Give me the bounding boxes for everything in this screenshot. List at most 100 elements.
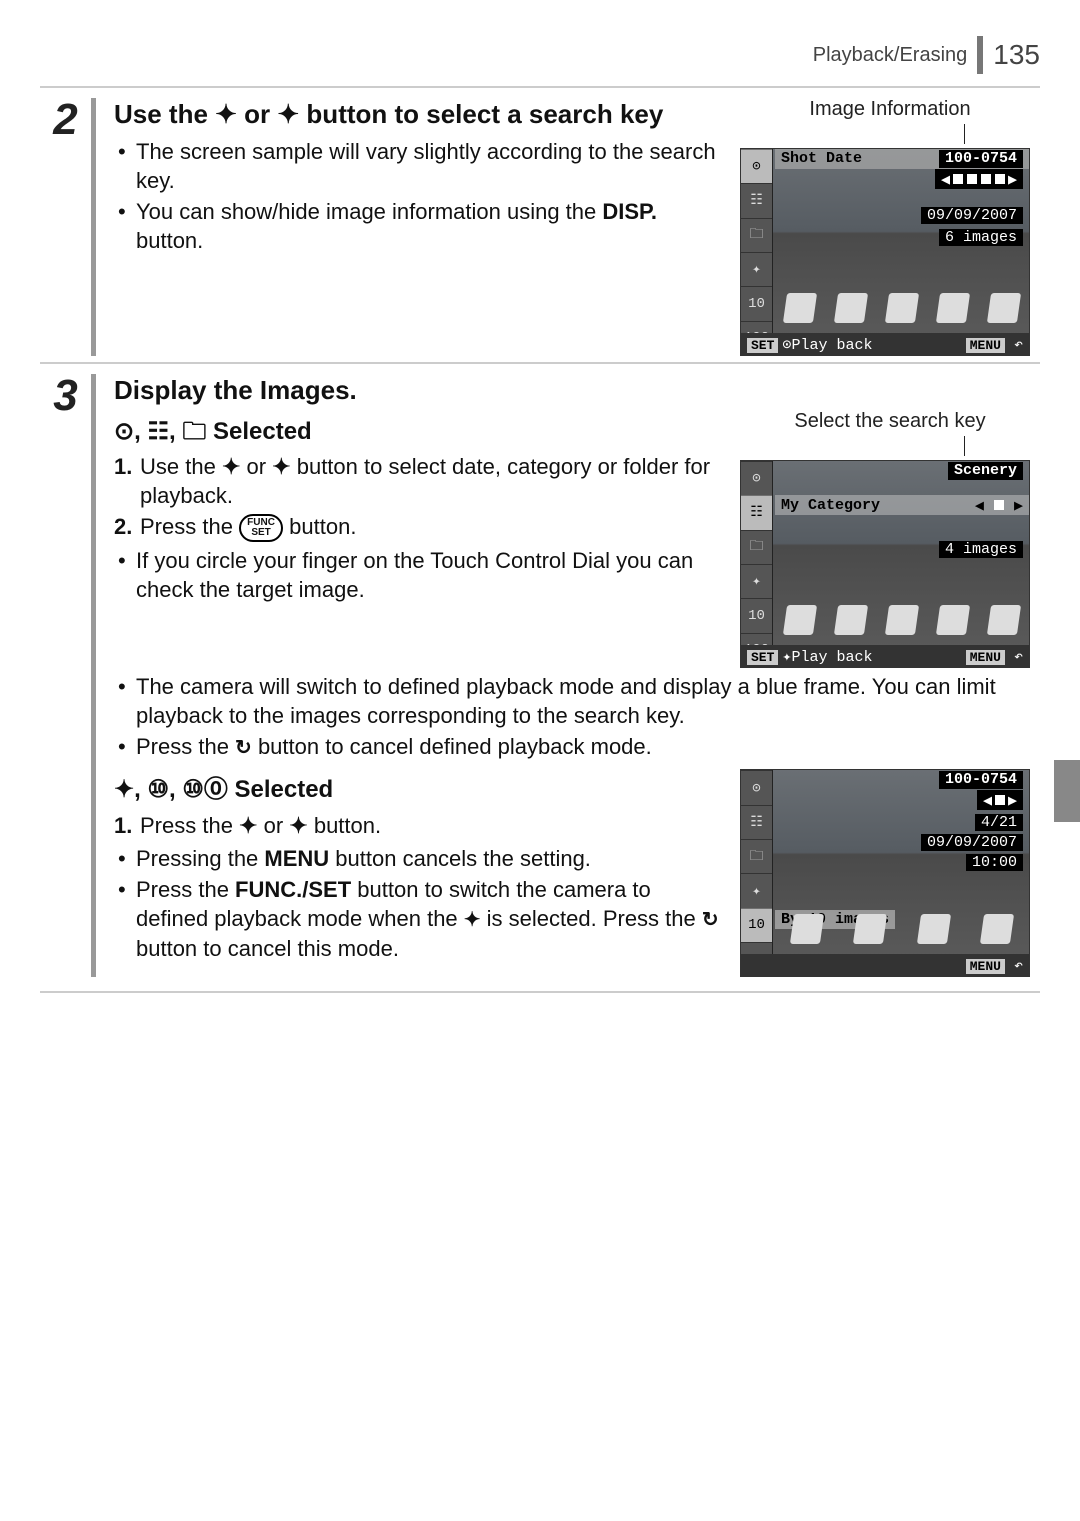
lcd-bottom-right: MENU ↶ bbox=[962, 647, 1023, 666]
step3b-bullet: Press the FUNC./SET button to switch the… bbox=[114, 875, 720, 962]
lcd-screenshot-2: ⊙ ☷ 🗀 ✦ 10 100 Scenery My Category ◀ ▶ bbox=[740, 460, 1030, 668]
step3a-bullet: If you circle your finger on the Touch C… bbox=[114, 546, 720, 604]
jump-movie-icon: ✦ bbox=[741, 564, 772, 598]
t: Press the bbox=[140, 514, 239, 539]
step-2: 2 Use the ✦ or ✦ button to select a sear… bbox=[40, 86, 1040, 356]
menu-label: MENU bbox=[264, 846, 329, 871]
down-arrow-icon: ✦ bbox=[277, 98, 299, 131]
t: Pressing the bbox=[136, 846, 264, 871]
t: Use the bbox=[114, 99, 215, 129]
left-arrow-icon: ✦ bbox=[222, 452, 240, 481]
step-number: 3 bbox=[40, 374, 96, 977]
jump-category-icon: ☷ bbox=[741, 805, 772, 839]
step3-title: Display the Images. bbox=[114, 374, 720, 407]
step-3: 3 Display the Images. ⊙, ☷, 🗀 Selected 1… bbox=[40, 362, 1040, 977]
t: My Category bbox=[781, 497, 880, 514]
menu-badge: MENU bbox=[966, 959, 1005, 974]
jump-cancel-icon: ↻ bbox=[235, 737, 252, 759]
jump-category-icon: ☷ bbox=[741, 183, 772, 217]
jump-folder-icon: 🗀 bbox=[741, 218, 772, 252]
header-divider bbox=[977, 36, 983, 74]
jump-folder-icon: 🗀 bbox=[741, 530, 772, 564]
step3b-bullet: Pressing the MENU button cancels the set… bbox=[114, 844, 720, 873]
jump-folder-icon: 🗀 bbox=[741, 839, 772, 873]
lcd-bottom-left: SET✦Play back bbox=[747, 647, 872, 666]
lcd-file-number: 100-0754 bbox=[939, 771, 1023, 789]
lcd-nav-arrows: ◀ ▶ bbox=[977, 790, 1023, 810]
lcd-fraction: 4/21 bbox=[975, 814, 1023, 831]
jump-movie-icon: ✦ bbox=[741, 873, 772, 907]
set-badge: SET bbox=[747, 338, 778, 353]
step2-bullet: You can show/hide image information usin… bbox=[114, 197, 720, 255]
t: Press the bbox=[136, 734, 235, 759]
step3a-bullet: Press the ↻ button to cancel defined pla… bbox=[114, 732, 1040, 761]
step3a-bullet: The camera will switch to defined playba… bbox=[114, 672, 1040, 730]
select-key-label: Select the search key bbox=[740, 410, 1040, 433]
callout-line bbox=[815, 436, 965, 456]
jump-date-icon: ⊙ bbox=[741, 149, 772, 183]
func-set-label: FUNC./SET bbox=[235, 877, 351, 902]
t: button cancels the setting. bbox=[329, 846, 591, 871]
lcd-bottom-right: MENU ↶ bbox=[962, 956, 1023, 975]
jump-date-icon: ⊙ bbox=[741, 770, 772, 804]
t: button. bbox=[136, 228, 203, 253]
jump-10-icon: ⑩ bbox=[147, 776, 169, 803]
jump-category-icon: ☷ bbox=[147, 418, 169, 445]
t: Press the bbox=[136, 877, 235, 902]
t: button to cancel this mode. bbox=[136, 936, 399, 961]
left-arrow-icon: ✦ bbox=[239, 811, 257, 840]
thumb-tab bbox=[1054, 760, 1080, 822]
nav-arrows: ◀ ▶ bbox=[975, 496, 1023, 515]
jump-10-icon: 10 bbox=[741, 286, 772, 320]
step3-sub-b: ✦, ⑩, ⑩⓪ Selected bbox=[114, 773, 720, 807]
step2-bullet: The screen sample will vary slightly acc… bbox=[114, 137, 720, 195]
lcd-scenery: Scenery bbox=[948, 462, 1023, 480]
jump-date-icon: ⊙ bbox=[741, 461, 772, 495]
t: or bbox=[240, 454, 272, 479]
lcd-nav-arrows: ◀▶ bbox=[935, 169, 1023, 189]
lcd-screenshot-3: ⊙ ☷ 🗀 ✦ 10 100 100-0754 ◀ ▶ 4/21 09/09/2… bbox=[740, 769, 1030, 977]
step3a-item: 2. Press the FUNCSET button. bbox=[114, 512, 720, 542]
t: button. bbox=[308, 813, 381, 838]
callout-line bbox=[815, 124, 965, 144]
set-badge: SET bbox=[747, 650, 778, 665]
lcd-date: 09/09/2007 bbox=[921, 207, 1023, 224]
jump-movie-icon: ✦ bbox=[114, 776, 134, 803]
t: or bbox=[257, 813, 289, 838]
jump-date-icon: ⊙ bbox=[114, 418, 134, 445]
jump-10-icon: 10 bbox=[741, 598, 772, 632]
right-arrow-icon: ✦ bbox=[272, 452, 290, 481]
menu-badge: MENU bbox=[966, 650, 1005, 665]
jump-cancel-icon: ↻ bbox=[702, 909, 719, 931]
page-header: Playback/Erasing 135 bbox=[40, 30, 1040, 80]
up-arrow-icon: ✦ bbox=[215, 98, 237, 131]
step-number: 2 bbox=[40, 98, 96, 356]
lcd-bottom-left: SET⊙Play back bbox=[747, 335, 872, 354]
t: button to cancel defined playback mode. bbox=[258, 734, 652, 759]
image-info-label: Image Information bbox=[740, 98, 1040, 121]
jump-10-icon: 10 bbox=[741, 908, 772, 942]
step2-title: Use the ✦ or ✦ button to select a search… bbox=[114, 98, 720, 131]
t: Play back bbox=[791, 649, 872, 666]
jump-movie-icon: ✦ bbox=[741, 252, 772, 286]
t: or bbox=[237, 99, 277, 129]
menu-badge: MENU bbox=[966, 338, 1005, 353]
lcd-shot-date: Shot Date bbox=[781, 150, 862, 168]
lcd-file-number: 100-0754 bbox=[939, 150, 1023, 168]
lcd-bottom-right: MENU ↶ bbox=[962, 335, 1023, 354]
t: button. bbox=[289, 514, 356, 539]
step3-sub-a: ⊙, ☷, 🗀 Selected bbox=[114, 415, 720, 449]
disp-label: DISP. bbox=[602, 199, 657, 224]
jump-category-icon: ☷ bbox=[741, 495, 772, 529]
jump-100-icon: ⑩⓪ bbox=[182, 776, 228, 803]
t: Press the bbox=[140, 813, 239, 838]
t: is selected. Press the bbox=[481, 906, 702, 931]
section-name: Playback/Erasing bbox=[813, 44, 968, 67]
t: You can show/hide image information usin… bbox=[136, 199, 602, 224]
step3a-item: 1. Use the ✦ or ✦ button to select date,… bbox=[114, 452, 720, 510]
t: Play back bbox=[791, 337, 872, 354]
lcd-screenshot-1: ⊙ ☷ 🗀 ✦ 10 100 Shot Date 100-0754 ◀▶ 09/… bbox=[740, 148, 1030, 356]
lcd-date: 09/09/2007 bbox=[921, 834, 1023, 851]
t: button to select a search key bbox=[299, 99, 663, 129]
page-number: 135 bbox=[993, 39, 1040, 71]
